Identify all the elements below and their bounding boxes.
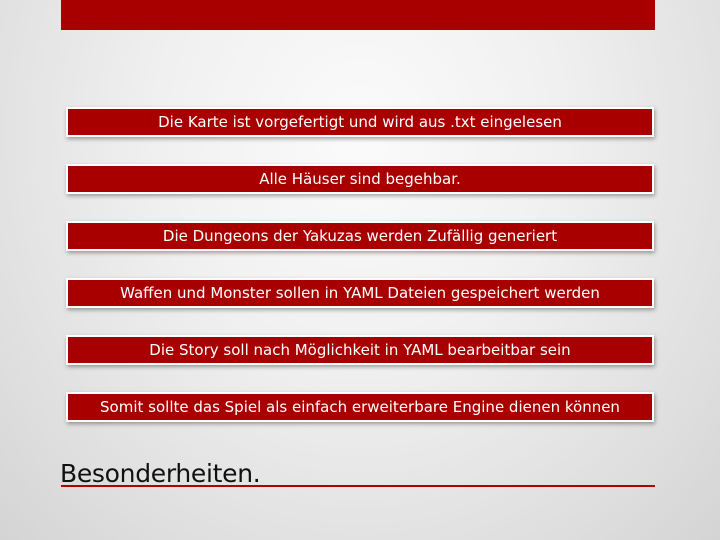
bullet-item: Alle Häuser sind begehbar. [66, 164, 654, 194]
bullet-item: Die Karte ist vorgefertigt und wird aus … [66, 107, 654, 137]
bullet-item: Die Story soll nach Möglichkeit in YAML … [66, 335, 654, 365]
title-underline [61, 485, 655, 487]
bullet-list: Die Karte ist vorgefertigt und wird aus … [66, 107, 654, 449]
slide: { "slide": { "title": "Besonderheiten.",… [0, 0, 720, 540]
top-accent-bar [61, 0, 655, 30]
bullet-item: Waffen und Monster sollen in YAML Dateie… [66, 278, 654, 308]
bullet-item: Die Dungeons der Yakuzas werden Zufällig… [66, 221, 654, 251]
bullet-item: Somit sollte das Spiel als einfach erwei… [66, 392, 654, 422]
